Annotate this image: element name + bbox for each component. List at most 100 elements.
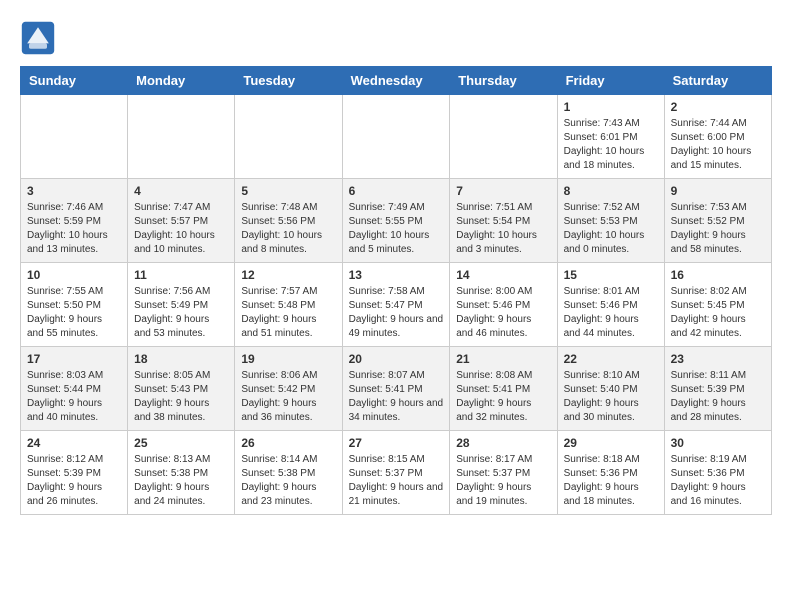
day-number: 2 [671, 100, 765, 114]
day-number: 26 [241, 436, 335, 450]
day-info: Sunrise: 7:48 AM Sunset: 5:56 PM Dayligh… [241, 201, 335, 257]
day-info: Sunrise: 7:46 AM Sunset: 5:59 PM Dayligh… [27, 201, 121, 257]
calendar-row: 3 Sunrise: 7:46 AM Sunset: 5:59 PM Daylig… [21, 179, 772, 263]
day-number: 27 [349, 436, 444, 450]
calendar-cell: 11Sunrise: 7:56 AM Sunset: 5:49 PM Dayli… [128, 263, 235, 347]
calendar-cell [128, 95, 235, 179]
page-container: SundayMondayTuesdayWednesdayThursdayFrid… [0, 0, 792, 525]
calendar-cell: 5 Sunrise: 7:48 AM Sunset: 5:56 PM Daylig… [235, 179, 342, 263]
calendar-cell: 21 Sunrise: 8:08 AM Sunset: 5:41 PM Dayli… [450, 347, 557, 431]
day-number: 16 [671, 268, 765, 282]
day-info: Sunrise: 8:12 AM Sunset: 5:39 PM Dayligh… [27, 453, 121, 509]
day-number: 18 [134, 352, 228, 366]
day-number: 12 [241, 268, 335, 282]
day-number: 11 [134, 268, 228, 282]
weekday-header: Saturday [664, 67, 771, 95]
day-number: 1 [564, 100, 658, 114]
day-info: Sunrise: 8:01 AM Sunset: 5:46 PM Dayligh… [564, 285, 658, 341]
weekday-header: Wednesday [342, 67, 450, 95]
day-info: Sunrise: 8:13 AM Sunset: 5:38 PM Dayligh… [134, 453, 228, 509]
calendar-cell: 4 Sunrise: 7:47 AM Sunset: 5:57 PM Daylig… [128, 179, 235, 263]
day-info: Sunrise: 8:14 AM Sunset: 5:38 PM Dayligh… [241, 453, 335, 509]
calendar-cell [235, 95, 342, 179]
weekday-header: Thursday [450, 67, 557, 95]
calendar-cell: 28 Sunrise: 8:17 AM Sunset: 5:37 PM Dayli… [450, 431, 557, 515]
day-info: Sunrise: 7:51 AM Sunset: 5:54 PM Dayligh… [456, 201, 550, 257]
day-number: 6 [349, 184, 444, 198]
calendar-cell [342, 95, 450, 179]
weekday-header: Sunday [21, 67, 128, 95]
day-info: Sunrise: 8:00 AM Sunset: 5:46 PM Dayligh… [456, 285, 550, 341]
day-info: Sunrise: 8:06 AM Sunset: 5:42 PM Dayligh… [241, 369, 335, 425]
weekday-header: Tuesday [235, 67, 342, 95]
day-number: 17 [27, 352, 121, 366]
day-info: Sunrise: 8:18 AM Sunset: 5:36 PM Dayligh… [564, 453, 658, 509]
calendar-cell [450, 95, 557, 179]
day-number: 25 [134, 436, 228, 450]
calendar-cell: 10 Sunrise: 7:55 AM Sunset: 5:50 PM Dayli… [21, 263, 128, 347]
calendar-cell: 7 Sunrise: 7:51 AM Sunset: 5:54 PM Daylig… [450, 179, 557, 263]
calendar-cell: 16Sunrise: 8:02 AM Sunset: 5:45 PM Dayli… [664, 263, 771, 347]
day-number: 10 [27, 268, 121, 282]
calendar-row: 1 Sunrise: 7:43 AM Sunset: 6:01 PM Daylig… [21, 95, 772, 179]
day-number: 7 [456, 184, 550, 198]
calendar-cell: 8Sunrise: 7:52 AM Sunset: 5:53 PM Daylig… [557, 179, 664, 263]
calendar-cell: 26 Sunrise: 8:14 AM Sunset: 5:38 PM Dayli… [235, 431, 342, 515]
day-info: Sunrise: 8:19 AM Sunset: 5:36 PM Dayligh… [671, 453, 765, 509]
calendar-cell: 1 Sunrise: 7:43 AM Sunset: 6:01 PM Daylig… [557, 95, 664, 179]
day-number: 5 [241, 184, 335, 198]
calendar-cell: 6 Sunrise: 7:49 AM Sunset: 5:55 PM Daylig… [342, 179, 450, 263]
day-info: Sunrise: 7:49 AM Sunset: 5:55 PM Dayligh… [349, 201, 444, 257]
calendar-cell: 23 Sunrise: 8:11 AM Sunset: 5:39 PM Dayli… [664, 347, 771, 431]
day-number: 22 [564, 352, 658, 366]
day-number: 29 [564, 436, 658, 450]
day-number: 24 [27, 436, 121, 450]
day-number: 13 [349, 268, 444, 282]
day-number: 30 [671, 436, 765, 450]
calendar-cell: 20 Sunrise: 8:07 AM Sunset: 5:41 PM Dayli… [342, 347, 450, 431]
day-info: Sunrise: 8:15 AM Sunset: 5:37 PM Dayligh… [349, 453, 444, 509]
calendar-cell: 22 Sunrise: 8:10 AM Sunset: 5:40 PM Dayli… [557, 347, 664, 431]
day-info: Sunrise: 8:03 AM Sunset: 5:44 PM Dayligh… [27, 369, 121, 425]
calendar-cell: 18 Sunrise: 8:05 AM Sunset: 5:43 PM Dayli… [128, 347, 235, 431]
logo-icon [20, 20, 56, 56]
calendar-cell: 14 Sunrise: 8:00 AM Sunset: 5:46 PM Dayli… [450, 263, 557, 347]
calendar-cell: 2Sunrise: 7:44 AM Sunset: 6:00 PM Daylig… [664, 95, 771, 179]
day-info: Sunrise: 7:55 AM Sunset: 5:50 PM Dayligh… [27, 285, 121, 341]
calendar-cell: 24 Sunrise: 8:12 AM Sunset: 5:39 PM Dayli… [21, 431, 128, 515]
day-info: Sunrise: 8:08 AM Sunset: 5:41 PM Dayligh… [456, 369, 550, 425]
calendar-cell: 30 Sunrise: 8:19 AM Sunset: 5:36 PM Dayli… [664, 431, 771, 515]
calendar-cell: 19 Sunrise: 8:06 AM Sunset: 5:42 PM Dayli… [235, 347, 342, 431]
calendar-row: 17 Sunrise: 8:03 AM Sunset: 5:44 PM Dayli… [21, 347, 772, 431]
day-number: 3 [27, 184, 121, 198]
day-number: 20 [349, 352, 444, 366]
day-info: Sunrise: 7:58 AM Sunset: 5:47 PM Dayligh… [349, 285, 444, 341]
day-info: Sunrise: 8:11 AM Sunset: 5:39 PM Dayligh… [671, 369, 765, 425]
day-number: 4 [134, 184, 228, 198]
day-number: 14 [456, 268, 550, 282]
calendar-cell: 25 Sunrise: 8:13 AM Sunset: 5:38 PM Dayli… [128, 431, 235, 515]
calendar-cell: 12Sunrise: 7:57 AM Sunset: 5:48 PM Dayli… [235, 263, 342, 347]
calendar-row: 10 Sunrise: 7:55 AM Sunset: 5:50 PM Dayli… [21, 263, 772, 347]
calendar-cell: 17 Sunrise: 8:03 AM Sunset: 5:44 PM Dayli… [21, 347, 128, 431]
day-info: Sunrise: 8:07 AM Sunset: 5:41 PM Dayligh… [349, 369, 444, 425]
day-info: Sunrise: 8:05 AM Sunset: 5:43 PM Dayligh… [134, 369, 228, 425]
day-number: 21 [456, 352, 550, 366]
day-number: 23 [671, 352, 765, 366]
calendar-row: 24 Sunrise: 8:12 AM Sunset: 5:39 PM Dayli… [21, 431, 772, 515]
calendar-cell: 27 Sunrise: 8:15 AM Sunset: 5:37 PM Dayli… [342, 431, 450, 515]
calendar-cell: 29 Sunrise: 8:18 AM Sunset: 5:36 PM Dayli… [557, 431, 664, 515]
header [20, 20, 772, 56]
day-number: 19 [241, 352, 335, 366]
day-info: Sunrise: 8:10 AM Sunset: 5:40 PM Dayligh… [564, 369, 658, 425]
day-info: Sunrise: 8:17 AM Sunset: 5:37 PM Dayligh… [456, 453, 550, 509]
day-number: 8 [564, 184, 658, 198]
calendar-cell: 9 Sunrise: 7:53 AM Sunset: 5:52 PM Daylig… [664, 179, 771, 263]
day-info: Sunrise: 7:43 AM Sunset: 6:01 PM Dayligh… [564, 117, 658, 173]
day-number: 28 [456, 436, 550, 450]
day-number: 9 [671, 184, 765, 198]
calendar-cell: 3 Sunrise: 7:46 AM Sunset: 5:59 PM Daylig… [21, 179, 128, 263]
logo [20, 20, 60, 56]
day-info: Sunrise: 7:47 AM Sunset: 5:57 PM Dayligh… [134, 201, 228, 257]
day-info: Sunrise: 7:53 AM Sunset: 5:52 PM Dayligh… [671, 201, 765, 257]
